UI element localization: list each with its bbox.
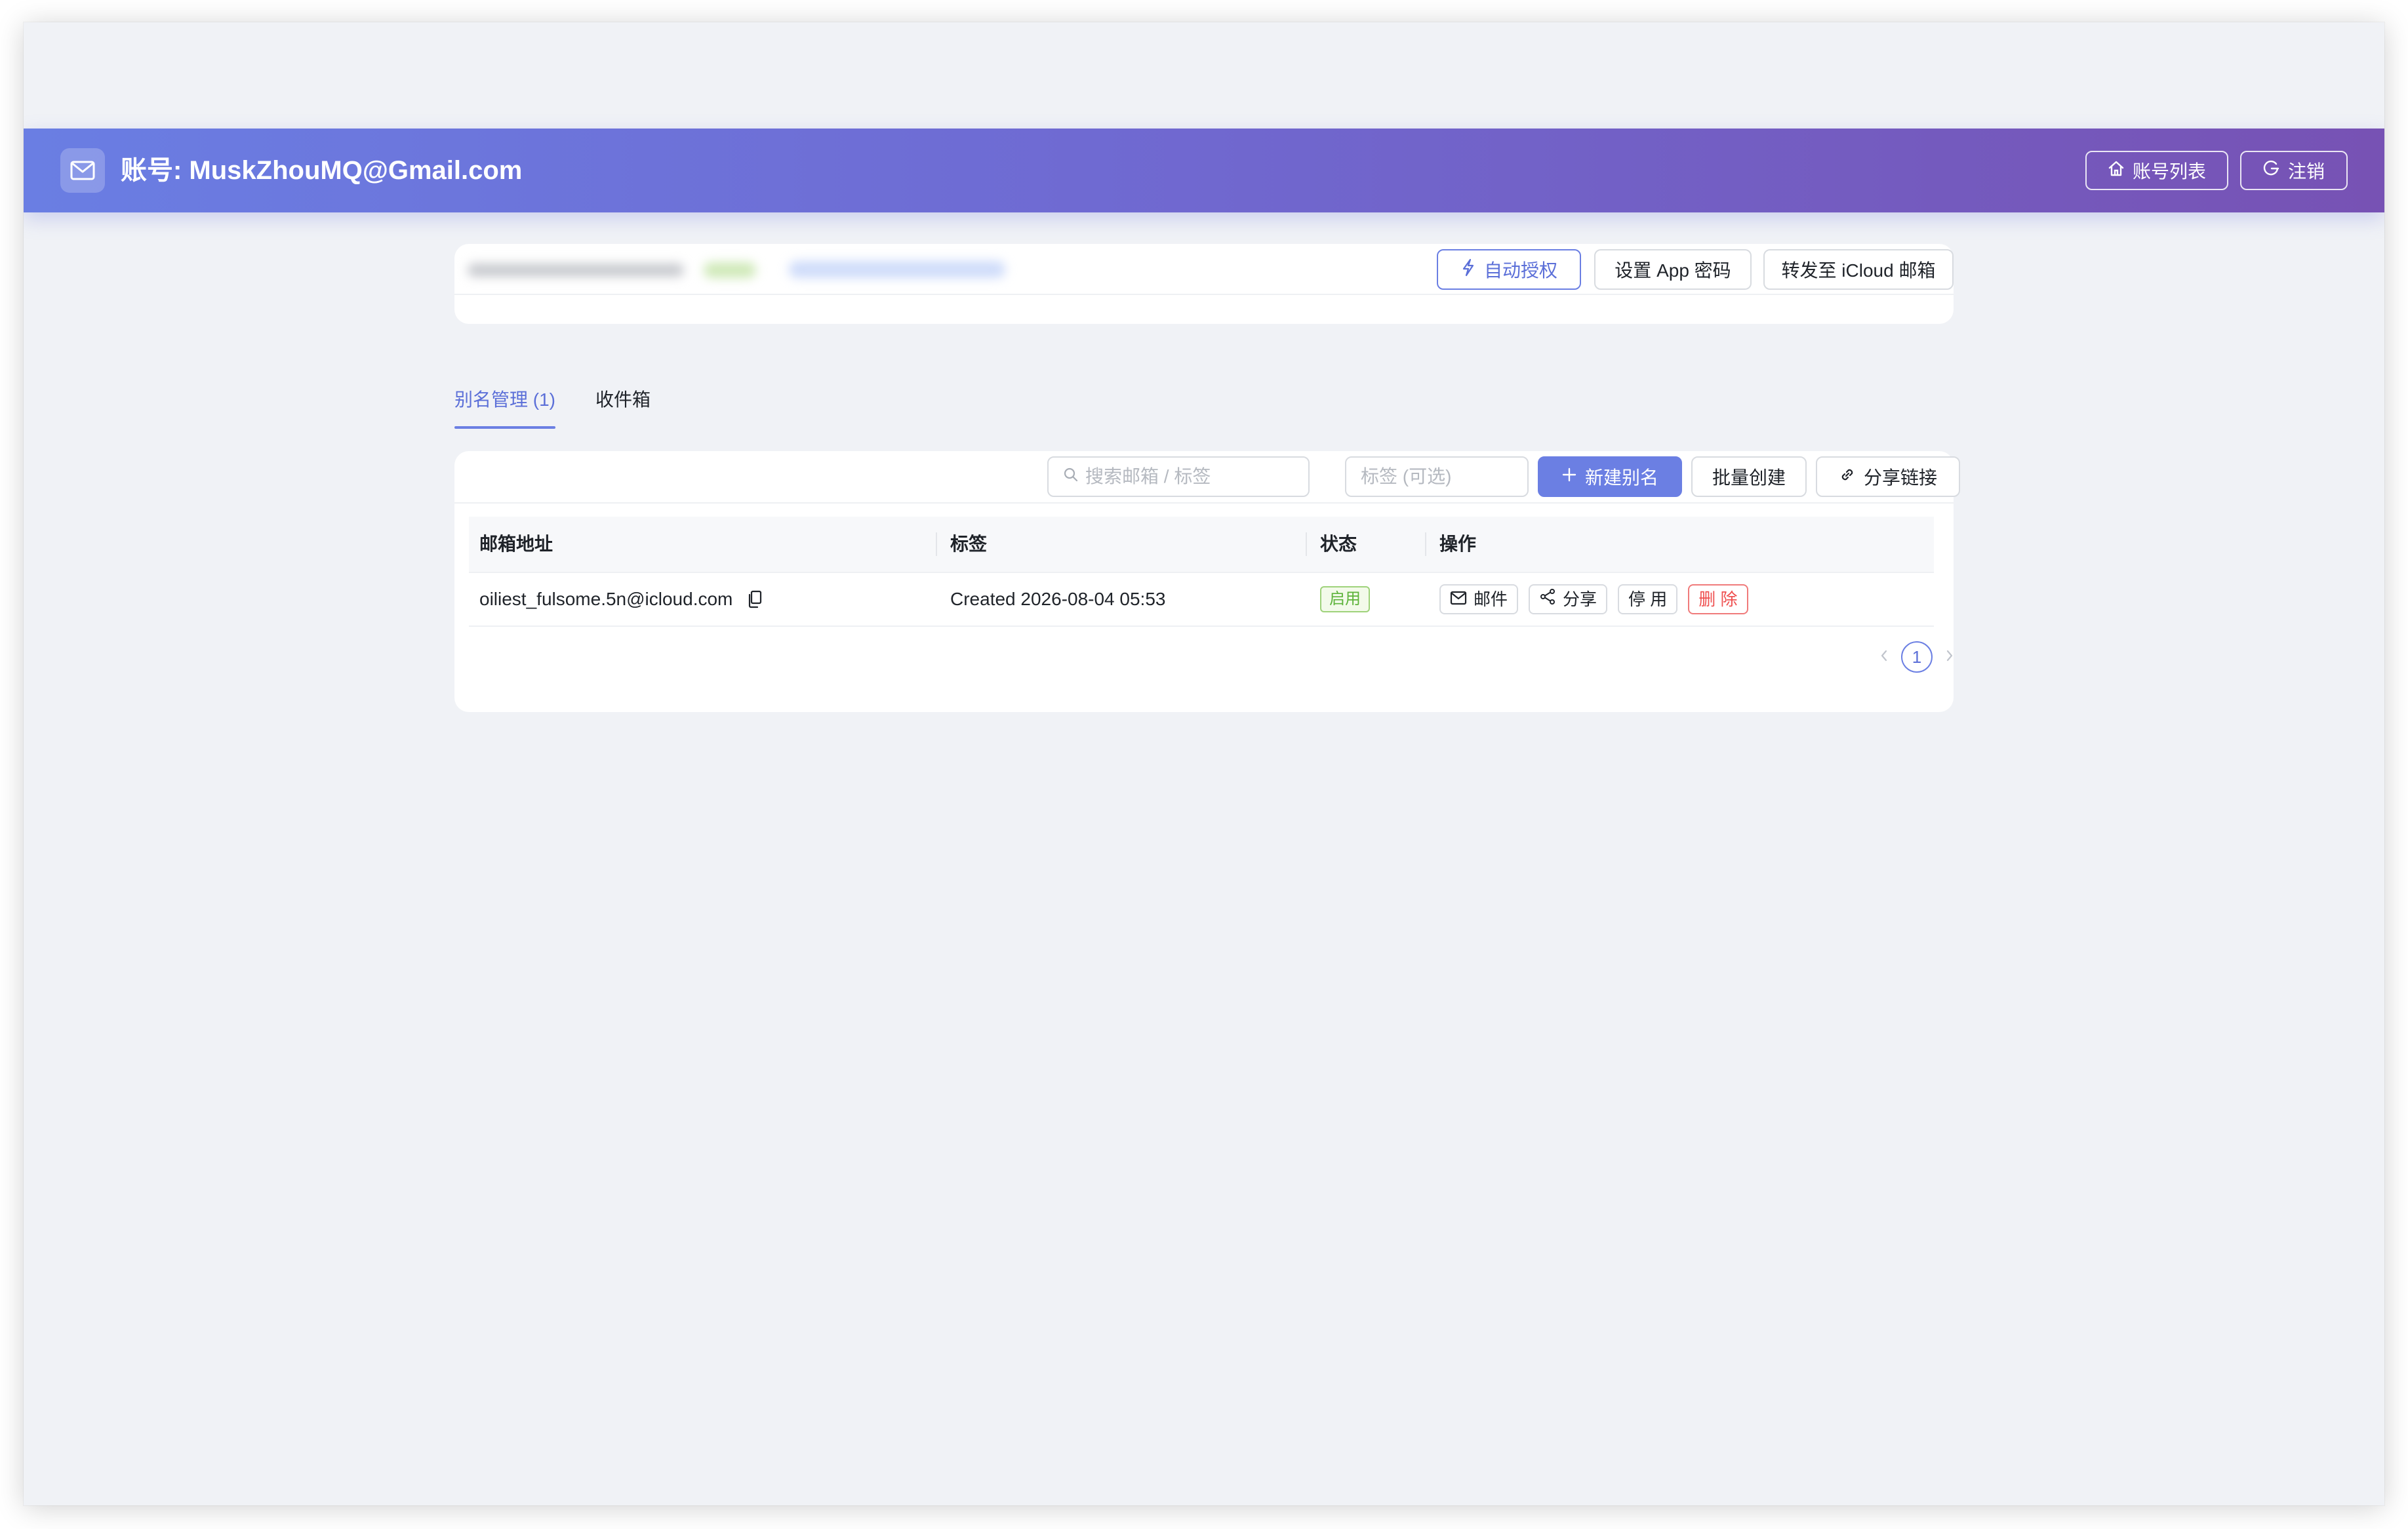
share-button[interactable]: 分享 (1529, 584, 1608, 614)
table-header: 邮箱地址 标签 状态 操作 (469, 517, 1934, 573)
search-field[interactable] (1085, 466, 1308, 487)
status-cell: 启用 (1320, 573, 1370, 626)
alias-email: oiliest_fulsome.5n@icloud.com (479, 589, 733, 609)
actions-cell: 邮件 分享 停 用 删 除 (1439, 573, 1748, 626)
tag-input[interactable] (1345, 456, 1529, 497)
share-link-label: 分享链接 (1863, 467, 1937, 488)
new-alias-label: 新建别名 (1584, 467, 1658, 488)
batch-create-button[interactable]: 批量创建 (1691, 456, 1807, 497)
copy-icon[interactable] (746, 590, 764, 608)
batch-create-label: 批量创建 (1712, 467, 1786, 488)
share-label: 分享 (1563, 589, 1597, 609)
account-list-button[interactable]: 账号列表 (2085, 151, 2228, 190)
search-input[interactable] (1047, 456, 1310, 497)
column-header-tag: 标签 (950, 534, 988, 554)
auto-auth-button[interactable]: 自动授权 (1437, 249, 1581, 290)
mail-icon (60, 148, 105, 193)
column-separator (1425, 532, 1426, 556)
column-header-email: 邮箱地址 (479, 534, 553, 554)
email-cell: oiliest_fulsome.5n@icloud.com (479, 573, 764, 626)
delete-label: 删 除 (1698, 589, 1738, 609)
set-app-password-button[interactable]: 设置 App 密码 (1594, 249, 1752, 290)
logout-button[interactable]: 注销 (2240, 151, 2348, 190)
alias-table: 邮箱地址 标签 状态 操作 oiliest_fulsome.5n@icloud.… (469, 517, 1934, 627)
next-page-icon[interactable] (1942, 647, 1957, 667)
card-divider (454, 294, 1954, 295)
auto-auth-label: 自动授权 (1483, 260, 1557, 281)
prev-page-icon[interactable] (1876, 647, 1892, 667)
account-list-label: 账号列表 (2132, 161, 2206, 182)
forward-to-icloud-button[interactable]: 转发至 iCloud 邮箱 (1763, 249, 1954, 290)
delete-button[interactable]: 删 除 (1688, 584, 1748, 614)
column-separator (936, 532, 937, 556)
disable-label: 停 用 (1628, 589, 1668, 609)
account-info-card: 自动授权 设置 App 密码 转发至 iCloud 邮箱 (454, 244, 1954, 324)
mail-label: 邮件 (1474, 589, 1508, 609)
lightning-icon (1460, 258, 1476, 281)
toolbar-divider (454, 502, 1954, 504)
mail-button[interactable]: 邮件 (1439, 584, 1519, 614)
forward-to-icloud-label: 转发至 iCloud 邮箱 (1781, 260, 1936, 281)
tag-field[interactable] (1361, 466, 1527, 487)
alias-list-card: 新建别名 批量创建 分享链接 邮箱地址 标签 状态 (454, 451, 1960, 712)
status-badge: 启用 (1320, 586, 1370, 612)
column-header-status: 状态 (1320, 534, 1357, 554)
app-header: 账号: MuskZhouMQ@Gmail.com 账号列表 注销 (24, 129, 2384, 212)
app-window: 账号: MuskZhouMQ@Gmail.com 账号列表 注销 自动授权 设置… (24, 22, 2384, 1505)
disable-button[interactable]: 停 用 (1618, 584, 1678, 614)
column-header-actions: 操作 (1439, 534, 1477, 554)
tag-cell: Created 2026-08-04 05:53 (950, 573, 1165, 626)
blurred-account-info (468, 249, 1032, 288)
tab-alias-management[interactable]: 别名管理 (1) (454, 384, 555, 416)
set-app-password-label: 设置 App 密码 (1615, 260, 1731, 281)
table-row: oiliest_fulsome.5n@icloud.com Created 20… (469, 573, 1934, 627)
plus-icon (1561, 466, 1577, 487)
mail-icon (1450, 573, 1467, 626)
new-alias-button[interactable]: 新建别名 (1538, 456, 1682, 497)
page-title: 账号: MuskZhouMQ@Gmail.com (121, 156, 523, 185)
page-number-current[interactable]: 1 (1901, 641, 1933, 673)
logout-label: 注销 (2287, 161, 2325, 182)
alias-tag: Created 2026-08-04 05:53 (950, 589, 1166, 609)
search-icon (1063, 466, 1079, 487)
logout-icon (2263, 160, 2280, 182)
home-icon (2108, 160, 2125, 182)
column-separator (1306, 532, 1307, 556)
share-icon (1539, 573, 1556, 626)
tab-inbox[interactable]: 收件箱 (595, 384, 651, 416)
share-link-button[interactable]: 分享链接 (1816, 456, 1960, 497)
active-tab-indicator (454, 426, 555, 429)
pagination: 1 (1876, 641, 1957, 673)
link-icon (1839, 466, 1856, 488)
